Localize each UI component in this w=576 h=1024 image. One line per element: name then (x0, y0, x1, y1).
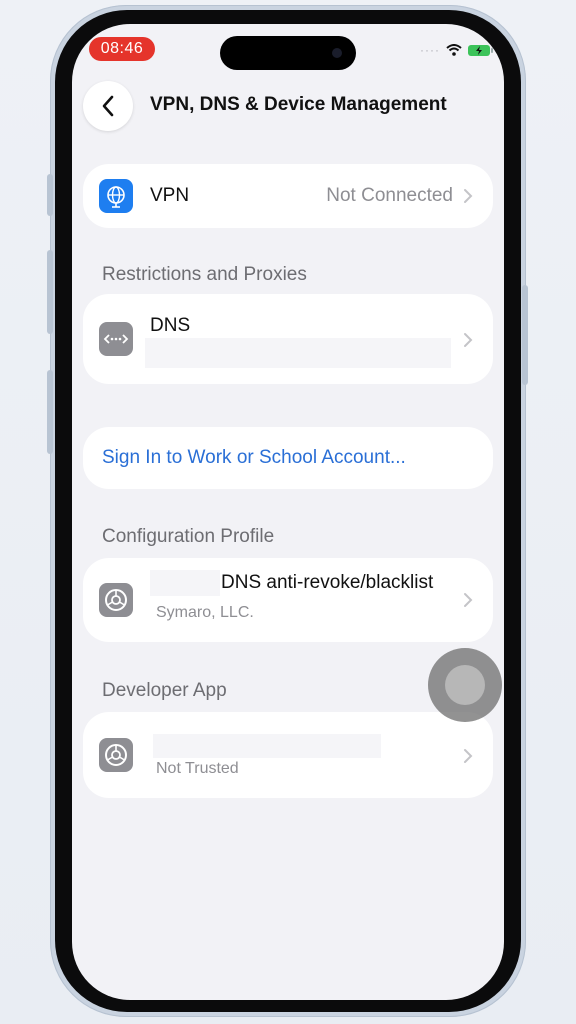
chevron-right-icon (464, 189, 473, 203)
developer-app-header: Developer App (102, 680, 227, 701)
work-account-row[interactable]: Sign In to Work or School Account... (83, 427, 493, 489)
wifi-icon (446, 44, 462, 56)
dns-label: DNS (150, 315, 191, 336)
globe-icon (99, 179, 133, 213)
phone-screen: 08:46 ···· VPN, DNS & Device Management (72, 24, 504, 1000)
chevron-right-icon (464, 333, 473, 347)
battery-icon (468, 44, 493, 56)
config-profile-row[interactable]: DNS anti-revoke/blacklist Symaro, LLC. (83, 558, 493, 642)
status-icons: ···· (420, 42, 493, 58)
chevron-right-icon (464, 593, 473, 607)
redacted-area (153, 734, 381, 758)
sign-in-work-school-link[interactable]: Sign In to Work or School Account... (102, 447, 406, 469)
side-button-volume-up (47, 250, 53, 334)
touch-indicator (428, 648, 502, 722)
redacted-area (145, 338, 451, 368)
dns-arrows-icon (99, 322, 133, 356)
gear-icon (99, 583, 133, 617)
gear-icon (99, 738, 133, 772)
touch-indicator-inner (445, 665, 485, 705)
side-button-power (522, 285, 528, 385)
chevron-right-icon (464, 749, 473, 763)
status-time: 08:46 (89, 37, 155, 61)
dns-row[interactable]: DNS (83, 294, 493, 384)
vpn-label: VPN (150, 185, 190, 206)
vpn-row[interactable]: VPN Not Connected (83, 164, 493, 228)
vpn-status: Not Connected (326, 185, 453, 206)
camera-icon (332, 48, 342, 58)
side-button-volume-down (47, 370, 53, 454)
developer-app-row[interactable]: Not Trusted (83, 712, 493, 798)
page-title: VPN, DNS & Device Management (150, 94, 447, 115)
profile-publisher: Symaro, LLC. (156, 604, 254, 621)
cellular-signal-icon: ···· (420, 43, 440, 57)
developer-app-status: Not Trusted (156, 760, 239, 777)
redacted-area (150, 570, 220, 596)
dynamic-island (220, 36, 356, 70)
back-button[interactable] (83, 81, 133, 131)
restrictions-header: Restrictions and Proxies (102, 264, 307, 285)
profile-name: DNS anti-revoke/blacklist (221, 572, 434, 593)
side-button-action (47, 174, 53, 216)
chevron-left-icon (102, 95, 114, 117)
config-profile-header: Configuration Profile (102, 526, 275, 547)
